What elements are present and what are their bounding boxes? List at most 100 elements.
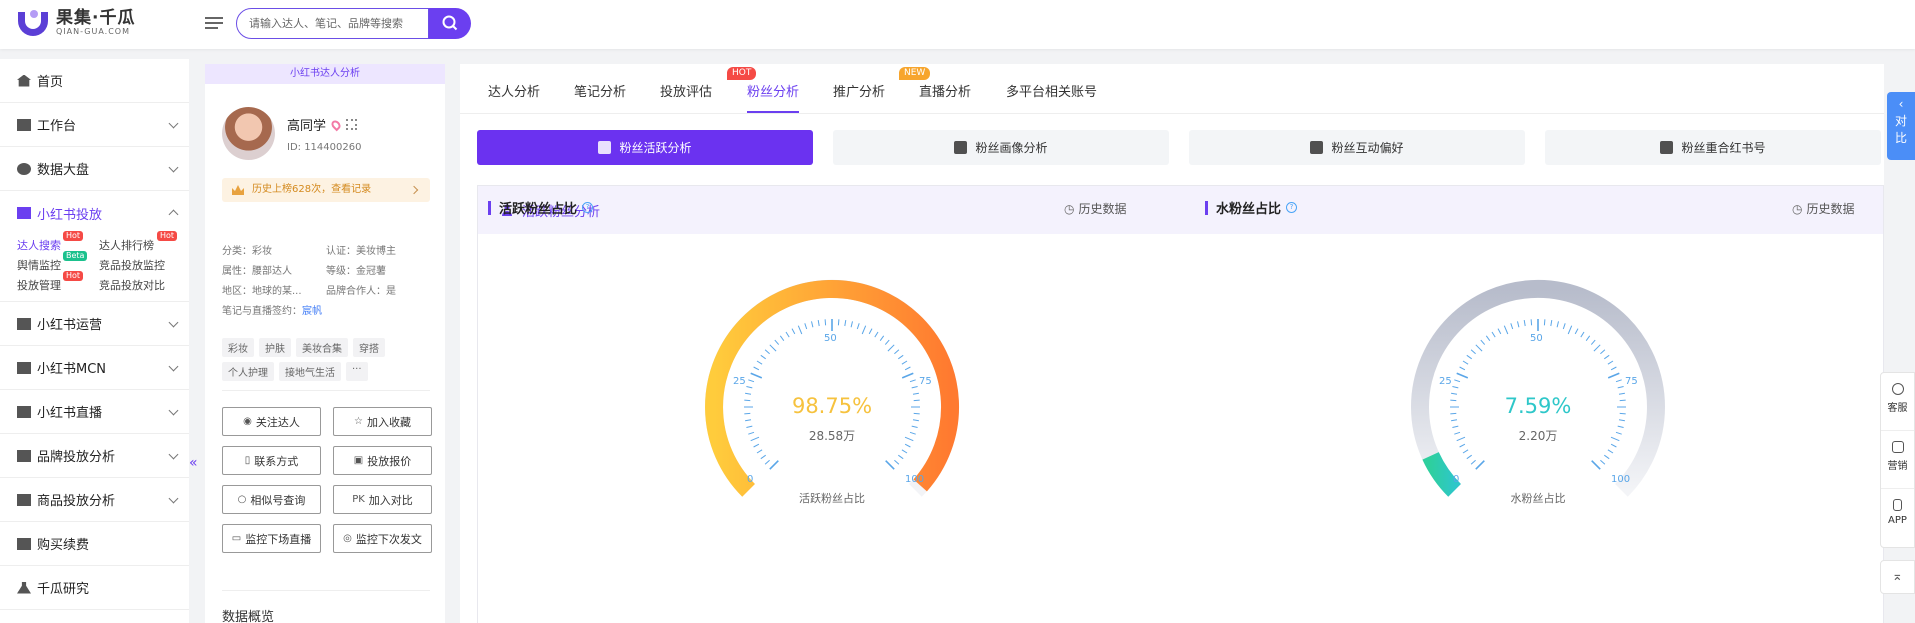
back-to-top-button[interactable]: ⌅ bbox=[1880, 560, 1915, 594]
history-data-button[interactable]: 历史数据 bbox=[1064, 200, 1126, 217]
monitor-live-button[interactable]: ▭ 监控下场直播 bbox=[222, 524, 321, 553]
gauge-tick bbox=[1475, 344, 1483, 352]
tab-live-analysis[interactable]: NEW 直播分析 bbox=[899, 67, 971, 100]
sidebar-item-home[interactable]: 首页 bbox=[0, 59, 189, 103]
logo[interactable]: 果集·千瓜 QIAN-GUA.COM bbox=[16, 8, 135, 38]
chevron-up-icon bbox=[168, 209, 179, 220]
history-data-button[interactable]: 历史数据 bbox=[1792, 200, 1854, 217]
qrcode-icon[interactable] bbox=[346, 119, 358, 130]
tag-list: 彩妆 护肤 美妆合集 穿搭 个人护理 接地气生活 ··· bbox=[222, 338, 432, 381]
sidebar-item-product-analysis[interactable]: 商品投放分析 bbox=[0, 478, 189, 522]
divider bbox=[222, 590, 430, 591]
tab-multi-platform[interactable]: 多平台相关账号 bbox=[1006, 81, 1097, 100]
gauge-tick bbox=[1590, 339, 1596, 345]
gauge-tick-label: 50 bbox=[824, 333, 837, 344]
sidebar-item-label: 小红书MCN bbox=[37, 362, 107, 377]
submenu-item-kol-search[interactable]: 达人搜索 Hot bbox=[17, 231, 99, 253]
gauge-tick-label: 50 bbox=[1530, 333, 1543, 344]
gauge-tick bbox=[879, 335, 885, 341]
gauge-value-arc bbox=[1422, 451, 1462, 497]
sidebar-item-workbench[interactable]: 工作台 bbox=[0, 103, 189, 147]
chart-icon bbox=[1891, 441, 1904, 453]
submenu-item-kol-ranking[interactable]: 达人排行榜 Hot bbox=[99, 231, 189, 253]
ranking-history-link[interactable]: 历史上榜628次，查看记录 bbox=[222, 178, 430, 202]
gauge-label: 水粉丝占比 bbox=[1510, 492, 1566, 505]
gauge-tick bbox=[779, 335, 785, 341]
gauge-tick bbox=[912, 419, 919, 422]
marketing-button[interactable]: 营销 bbox=[1881, 431, 1914, 489]
gauge-tick bbox=[904, 366, 911, 371]
users-icon bbox=[598, 141, 612, 154]
tab-promo-analysis[interactable]: 推广分析 bbox=[833, 81, 885, 100]
tag-chip: 美妆合集 bbox=[296, 338, 348, 357]
gauge-tick bbox=[1475, 460, 1485, 470]
sidebar-item-purchase[interactable]: 购买续费 bbox=[0, 522, 189, 566]
subtab-fans-overlap[interactable]: 粉丝重合红书号 bbox=[1545, 130, 1881, 165]
sidebar-item-dashboard[interactable]: 数据大盘 bbox=[0, 147, 189, 191]
sidebar-item-research[interactable]: 千瓜研究 bbox=[0, 566, 189, 610]
gauge-value: 7.59% bbox=[1504, 394, 1572, 418]
gauge-value: 98.75% bbox=[791, 394, 873, 418]
sidebar: 首页 工作台 数据大盘 小红书投放 达人搜索 Hot 达人排行榜 Hot 舆情监控 B… bbox=[0, 59, 189, 623]
gauge-tick bbox=[868, 328, 873, 335]
sidebar-item-label: 工作台 bbox=[37, 119, 77, 134]
gauge-tick bbox=[911, 386, 918, 389]
contact-button[interactable]: ▯ 联系方式 bbox=[222, 446, 321, 475]
subtab-fans-portrait[interactable]: 粉丝画像分析 bbox=[833, 130, 1169, 165]
gauge-tick bbox=[884, 339, 890, 345]
sidebar-item-xhs-live[interactable]: 小红书直播 bbox=[0, 390, 189, 434]
gauge-tick bbox=[1459, 443, 1466, 448]
more-tags-button[interactable]: ··· bbox=[346, 362, 368, 381]
gauge-tick bbox=[1607, 449, 1614, 454]
tab-ad-evaluation[interactable]: 投放评估 bbox=[660, 81, 712, 100]
gauge-tick bbox=[817, 320, 820, 327]
menu-collapse-icon[interactable] bbox=[205, 14, 223, 32]
gauge-title-active: 活跃粉丝占比? bbox=[488, 198, 594, 217]
help-icon[interactable]: ? bbox=[1286, 202, 1298, 213]
sidebar-item-xhs-mcn[interactable]: 小红书MCN bbox=[0, 346, 189, 390]
help-icon[interactable]: ? bbox=[582, 202, 594, 213]
gauge-tick bbox=[811, 321, 814, 328]
sidebar-item-xhs-ops[interactable]: 小红书运营 bbox=[0, 302, 189, 346]
home-icon bbox=[17, 74, 31, 87]
subtab-fans-activity[interactable]: 粉丝活跃分析 bbox=[477, 130, 813, 165]
gauge-tick bbox=[797, 325, 803, 335]
compare-float-button[interactable]: ‹ 对比 bbox=[1887, 92, 1915, 160]
submenu-item-competitor-compare[interactable]: 竞品投放对比 bbox=[99, 277, 189, 293]
sidebar-item-xhs-ads[interactable]: 小红书投放 bbox=[0, 191, 189, 235]
similar-search-button[interactable]: ○ 相似号查询 bbox=[222, 485, 321, 514]
profile-panel: 小红书达人分析 高同学 ID: 114400260 历史上榜628次，查看记录 … bbox=[205, 64, 445, 623]
profile-attributes: 分类：彩妆 认证：美妆博主 属性：腰部达人 等级：金冠薯 地区：地球的某... 品牌合… bbox=[222, 242, 432, 322]
app-button[interactable]: APP bbox=[1881, 489, 1914, 547]
tab-kol-analysis[interactable]: 达人分析 bbox=[488, 81, 540, 100]
gauge-tick-label: 25 bbox=[733, 376, 746, 387]
tab-note-analysis[interactable]: 笔记分析 bbox=[574, 81, 626, 100]
add-compare-button[interactable]: PK 加入对比 bbox=[333, 485, 432, 514]
search-input[interactable] bbox=[249, 9, 416, 38]
gauge-tick bbox=[804, 323, 808, 330]
gauge-tick bbox=[894, 459, 900, 465]
quote-button[interactable]: ▣ 投放报价 bbox=[333, 446, 432, 475]
submenu-item-ad-management[interactable]: 投放管理 Hot bbox=[17, 271, 99, 293]
profile-id: ID: 114400260 bbox=[287, 142, 362, 153]
follow-button[interactable]: ◉ 关注达人 bbox=[222, 407, 321, 436]
tab-fans-analysis[interactable]: HOT 粉丝分析 bbox=[727, 67, 800, 113]
chevron-left-icon: ‹ bbox=[1898, 97, 1904, 111]
hot-badge: HOT bbox=[727, 67, 757, 80]
search-button[interactable] bbox=[429, 8, 471, 39]
sign-agency-link[interactable]: 宸帆 bbox=[302, 302, 322, 322]
gauge-tick bbox=[856, 323, 860, 330]
compare-label: 对比 bbox=[1894, 114, 1907, 145]
submenu-item-sentiment[interactable]: 舆情监控 Beta bbox=[17, 251, 99, 273]
monitor-post-button[interactable]: ◎ 监控下次发文 bbox=[333, 524, 432, 553]
hot-badge: Hot bbox=[63, 231, 84, 241]
customer-service-button[interactable]: 客服 bbox=[1881, 373, 1914, 431]
submenu-item-competitor-monitor[interactable]: 竞品投放监控 bbox=[99, 257, 189, 273]
collapse-panel-icon[interactable]: « bbox=[189, 455, 201, 495]
gauge-tick bbox=[1456, 372, 1469, 379]
gauge-tick bbox=[1600, 349, 1606, 355]
subtab-fans-interaction[interactable]: 粉丝互动偏好 bbox=[1189, 130, 1525, 165]
sidebar-item-brand-analysis[interactable]: 品牌投放分析 bbox=[0, 434, 189, 478]
favorite-button[interactable]: ☆ 加入收藏 bbox=[333, 407, 432, 436]
gauge-tick bbox=[1451, 419, 1458, 422]
